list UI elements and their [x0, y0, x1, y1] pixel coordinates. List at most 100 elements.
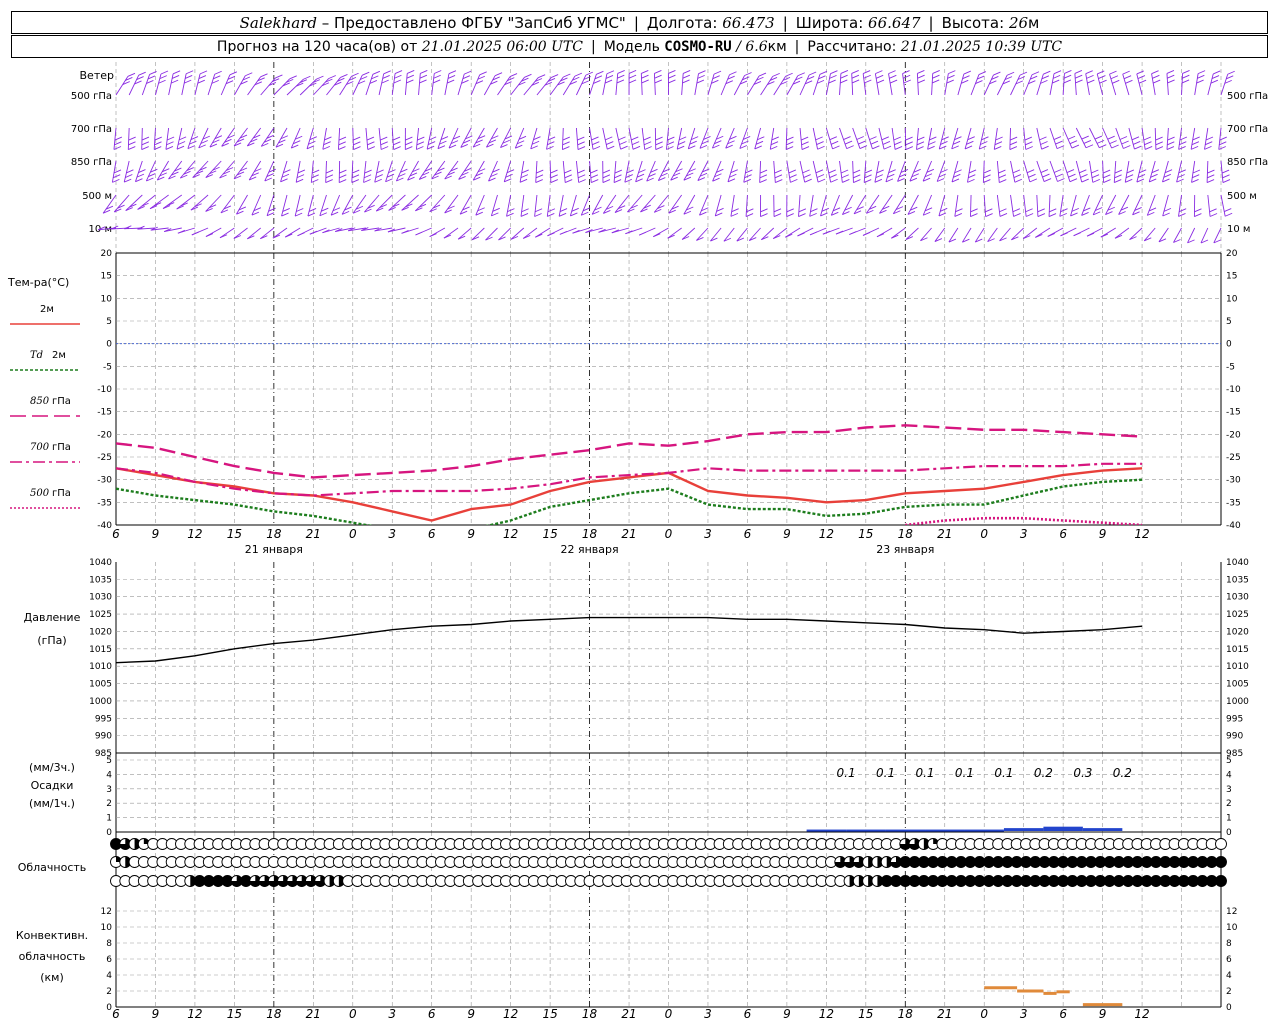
wind-barb-feather: [176, 145, 185, 150]
wind-barb-feather: [745, 213, 754, 217]
temp-tick-right: -25: [1226, 453, 1241, 463]
wind-barb-shaft: [1118, 194, 1130, 215]
wind-barb-shaft: [696, 227, 709, 241]
wind-barb-feather: [520, 174, 529, 179]
wind-barb-feather: [577, 174, 586, 179]
wind-barb-shaft: [683, 194, 696, 215]
wind-barb-feather: [902, 74, 911, 79]
temp-legend-title: Тем-ра(°С): [7, 276, 69, 289]
hour-tick: 12: [503, 527, 518, 541]
temp-tick-right: -15: [1226, 408, 1241, 418]
wind-barb-feather: [166, 136, 175, 141]
hour-tick-bottom: 6: [744, 1007, 752, 1021]
wind-barb-feather: [547, 232, 555, 237]
wind-barb-feather: [128, 146, 136, 150]
wind-barb-feather: [1049, 208, 1057, 213]
wind-barb-feather: [205, 233, 214, 237]
wind-barb-feather: [141, 146, 149, 151]
wind-barb-feather: [1048, 213, 1057, 217]
hour-tick: 12: [187, 527, 202, 541]
temp-tick-left: -35: [97, 498, 112, 508]
precip-unit1: (мм/1ч.): [29, 797, 75, 810]
temp-tick-right: -35: [1226, 498, 1241, 508]
wind-barb-shaft: [772, 227, 788, 239]
wind-barb-feather: [380, 146, 389, 150]
meteogram: Ветер500 гПа700 гПа850 гПа500 м10 м500 г…: [7, 62, 1268, 1021]
wind-barb-shaft: [1129, 227, 1143, 240]
hour-tick-bottom: 3: [1020, 1007, 1028, 1021]
wind-barb-shaft: [851, 73, 854, 96]
pressure-tick-right: 1025: [1226, 610, 1249, 620]
wind-barb-feather: [917, 79, 926, 84]
hour-tick: 6: [428, 527, 436, 541]
wind-barb-feather: [888, 70, 896, 75]
wind-barb-feather: [590, 169, 598, 174]
wind-barb-feather: [862, 70, 871, 74]
wind-barb-feather: [1153, 79, 1161, 84]
day-label: 23 января: [876, 543, 934, 556]
wind-barb-shaft: [205, 194, 222, 212]
wind-barb-feather: [1075, 74, 1083, 79]
conv-tick-right: 4: [1226, 971, 1232, 981]
wind-barb-shaft: [641, 127, 646, 150]
wind-barb-feather: [1063, 74, 1072, 79]
wind-barb-feather: [815, 169, 824, 174]
wind-barb-feather: [1009, 146, 1018, 151]
temp-tick-left: -30: [97, 476, 112, 486]
wind-barb-feather: [1191, 141, 1200, 146]
wind-barb-feather: [1037, 208, 1045, 213]
wind-barb-shaft: [681, 73, 684, 96]
wind-barb-feather: [998, 174, 1007, 179]
wind-barb-shaft: [522, 227, 538, 239]
wind-barb-feather: [383, 70, 391, 75]
wind-barb-shaft: [338, 127, 341, 150]
wind-barb-shaft: [510, 227, 525, 240]
wind-barb-feather: [1224, 212, 1233, 217]
legend-prefix: 850: [30, 396, 50, 407]
wind-barb-feather: [1178, 146, 1186, 150]
hour-tick-bottom: 9: [467, 1007, 475, 1021]
wind-barb-feather: [311, 179, 319, 183]
wind-barb-feather: [641, 79, 649, 84]
precip-bar: [806, 829, 847, 832]
wind-barb-feather: [760, 213, 768, 218]
wind-barb-feather: [927, 145, 935, 150]
wind-barb-shaft: [1036, 74, 1044, 96]
wind-level-label: 700 гПа: [71, 124, 112, 135]
wind-barb-feather: [1012, 208, 1021, 213]
wind-barb-shaft: [310, 160, 314, 183]
wind-barb-feather: [770, 141, 779, 146]
hour-tick-bottom: 21: [306, 1007, 321, 1021]
conv-tick-right: 12: [1226, 907, 1237, 917]
wind-barb-shaft: [666, 127, 669, 150]
wind-barb-feather: [415, 231, 423, 236]
hour-tick-bottom: 15: [858, 1007, 873, 1021]
wind-barb-shaft: [714, 194, 722, 217]
wind-barb-feather: [668, 79, 676, 84]
hour-tick: 3: [1020, 527, 1028, 541]
wind-barb-shaft: [575, 127, 579, 150]
temp-tick-right: -40: [1226, 521, 1241, 531]
wind-barb-feather: [605, 74, 614, 79]
wind-barb-feather: [1205, 136, 1214, 141]
wind-barb-feather: [325, 174, 334, 179]
wind-barb-feather: [372, 70, 381, 75]
wind-barb-feather: [1069, 140, 1078, 145]
wind-barb-feather: [592, 141, 600, 146]
hour-tick-bottom: 18: [898, 1007, 914, 1021]
wind-barb-feather: [998, 169, 1006, 174]
wind-barb-feather: [797, 72, 805, 77]
precip-bar: [1043, 826, 1083, 831]
wind-barb-shaft: [916, 73, 919, 96]
wind-barb-shaft: [825, 160, 832, 183]
wind-barb-shaft: [407, 160, 419, 181]
precip-tick-left: 3: [106, 785, 112, 795]
hour-tick-bottom: 0: [665, 1007, 673, 1021]
wind-barb-feather: [889, 79, 898, 84]
wind-barb-feather: [963, 70, 972, 75]
hour-tick: 0: [980, 527, 988, 541]
conv-tick-right: 2: [1226, 987, 1232, 997]
wind-barb-feather: [1166, 146, 1175, 150]
wind-barb-feather: [869, 136, 877, 141]
wind-barb-shaft: [1074, 73, 1077, 96]
